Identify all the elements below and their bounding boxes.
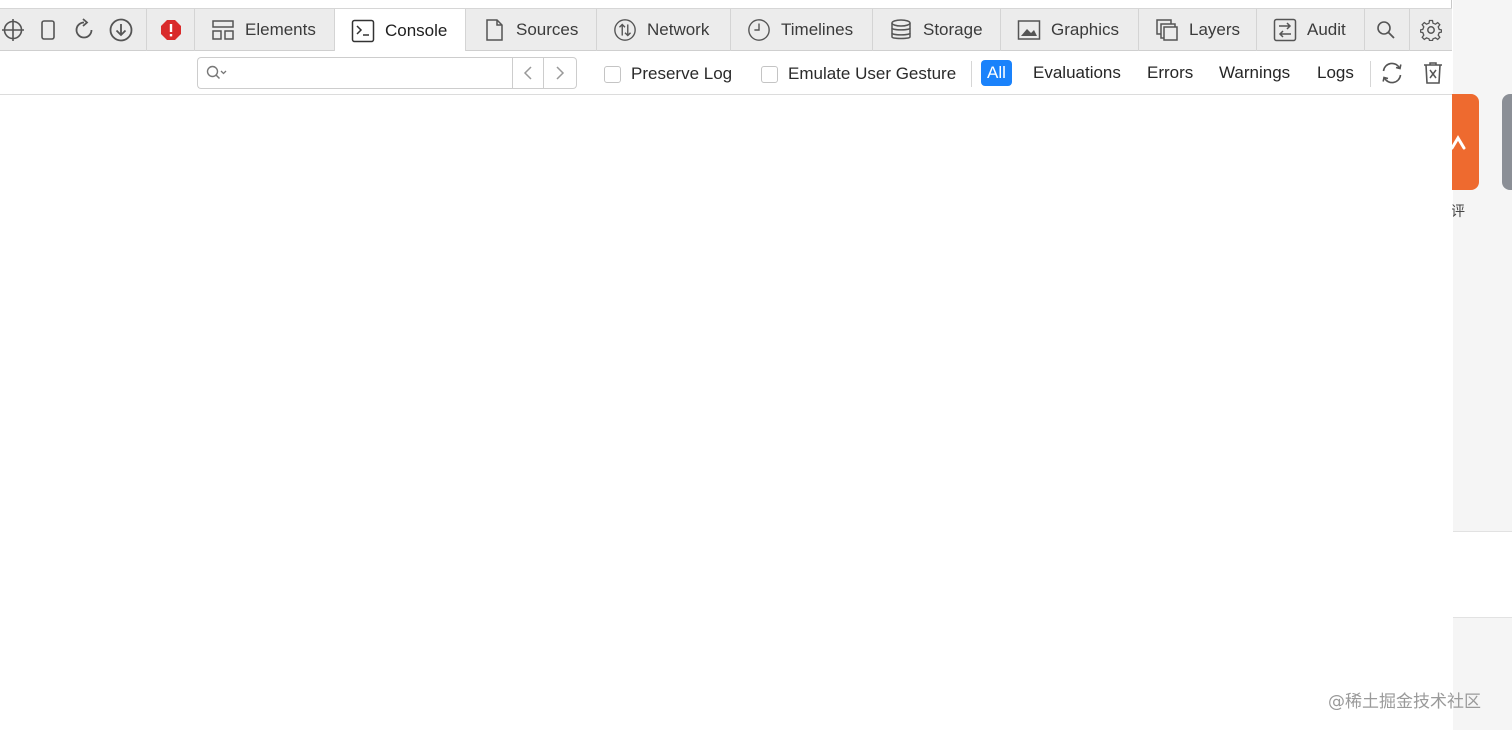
preserve-log-checkbox[interactable]: Preserve Log (604, 64, 732, 84)
graphics-icon (1017, 18, 1041, 42)
filter-separator (971, 61, 972, 87)
search-icon[interactable] (1372, 9, 1400, 51)
storage-icon (889, 18, 913, 42)
checkbox-label: Preserve Log (631, 64, 733, 83)
tab-label: Audit (1307, 20, 1346, 39)
tab-label: Graphics (1051, 20, 1120, 39)
screen: 评 Elements Console Sources Network Timel… (0, 0, 1512, 730)
console-filter-input[interactable] (232, 59, 513, 87)
audit-icon (1273, 18, 1297, 42)
tab-network[interactable]: Network (597, 9, 731, 51)
timelines-icon (747, 18, 771, 42)
tab-console[interactable]: Console (334, 9, 466, 52)
tab-label: Console (385, 20, 448, 40)
device-icon[interactable] (36, 9, 60, 51)
gear-icon[interactable] (1417, 9, 1445, 51)
web-inspector: Elements Console Sources Network Timelin… (0, 0, 1452, 730)
previous-match-button[interactable] (512, 57, 544, 89)
search-options-icon[interactable] (206, 65, 228, 81)
tab-label: Network (647, 20, 710, 39)
download-icon[interactable] (107, 9, 135, 51)
auto-refresh-icon[interactable] (1378, 59, 1406, 87)
tab-label: Sources (516, 20, 579, 39)
filter-warnings[interactable]: Warnings (1219, 60, 1290, 86)
clear-console-icon[interactable] (1419, 59, 1447, 87)
filter-logs[interactable]: Logs (1317, 60, 1354, 86)
page-partial-text: 评 (1451, 204, 1465, 220)
tab-label: Timelines (781, 20, 854, 39)
sources-icon (482, 18, 506, 42)
crosshair-icon[interactable] (0, 9, 26, 51)
reload-icon[interactable] (70, 9, 98, 51)
page-white-panel (1453, 531, 1512, 618)
chevron-right-icon (556, 66, 565, 80)
error-badge-icon[interactable] (158, 9, 184, 51)
filter-evaluations[interactable]: Evaluations (1033, 60, 1121, 86)
elements-icon (211, 18, 235, 42)
tab-layers[interactable]: Layers (1139, 9, 1257, 51)
tab-sources[interactable]: Sources (466, 9, 597, 51)
filter-errors[interactable]: Errors (1147, 60, 1193, 86)
layers-icon (1155, 18, 1179, 42)
checkbox-box[interactable] (604, 65, 621, 83)
filter-all[interactable]: All (981, 60, 1012, 86)
toolbar-separator (146, 9, 147, 51)
console-filter-bar: Preserve Log Emulate User Gesture All Ev… (0, 51, 1452, 95)
console-icon (351, 19, 375, 43)
watermark: @稀土掘金技术社区 (1328, 692, 1481, 712)
tab-label: Layers (1189, 20, 1241, 39)
checkbox-box[interactable] (761, 65, 778, 83)
chevron-left-icon (523, 66, 532, 80)
toolbar-separator (1409, 9, 1410, 51)
emulate-user-gesture-checkbox[interactable]: Emulate User Gesture (761, 64, 956, 84)
tab-audit[interactable]: Audit (1257, 9, 1365, 51)
inspector-tab-bar: Elements Console Sources Network Timelin… (0, 8, 1452, 52)
tab-label: Elements (245, 20, 316, 39)
network-icon (613, 18, 637, 42)
tab-timelines[interactable]: Timelines (731, 9, 873, 51)
console-search[interactable] (197, 57, 513, 89)
console-output-area[interactable] (0, 95, 1452, 730)
filter-separator (1370, 61, 1371, 87)
grey-floating-card[interactable] (1502, 94, 1512, 190)
checkbox-label: Emulate User Gesture (788, 64, 957, 83)
tab-label: Storage (923, 20, 983, 39)
tab-elements[interactable]: Elements (195, 9, 335, 51)
caret-icon (1450, 135, 1466, 150)
tab-graphics[interactable]: Graphics (1001, 9, 1139, 51)
next-match-button[interactable] (544, 57, 577, 89)
tab-storage[interactable]: Storage (873, 9, 1001, 51)
